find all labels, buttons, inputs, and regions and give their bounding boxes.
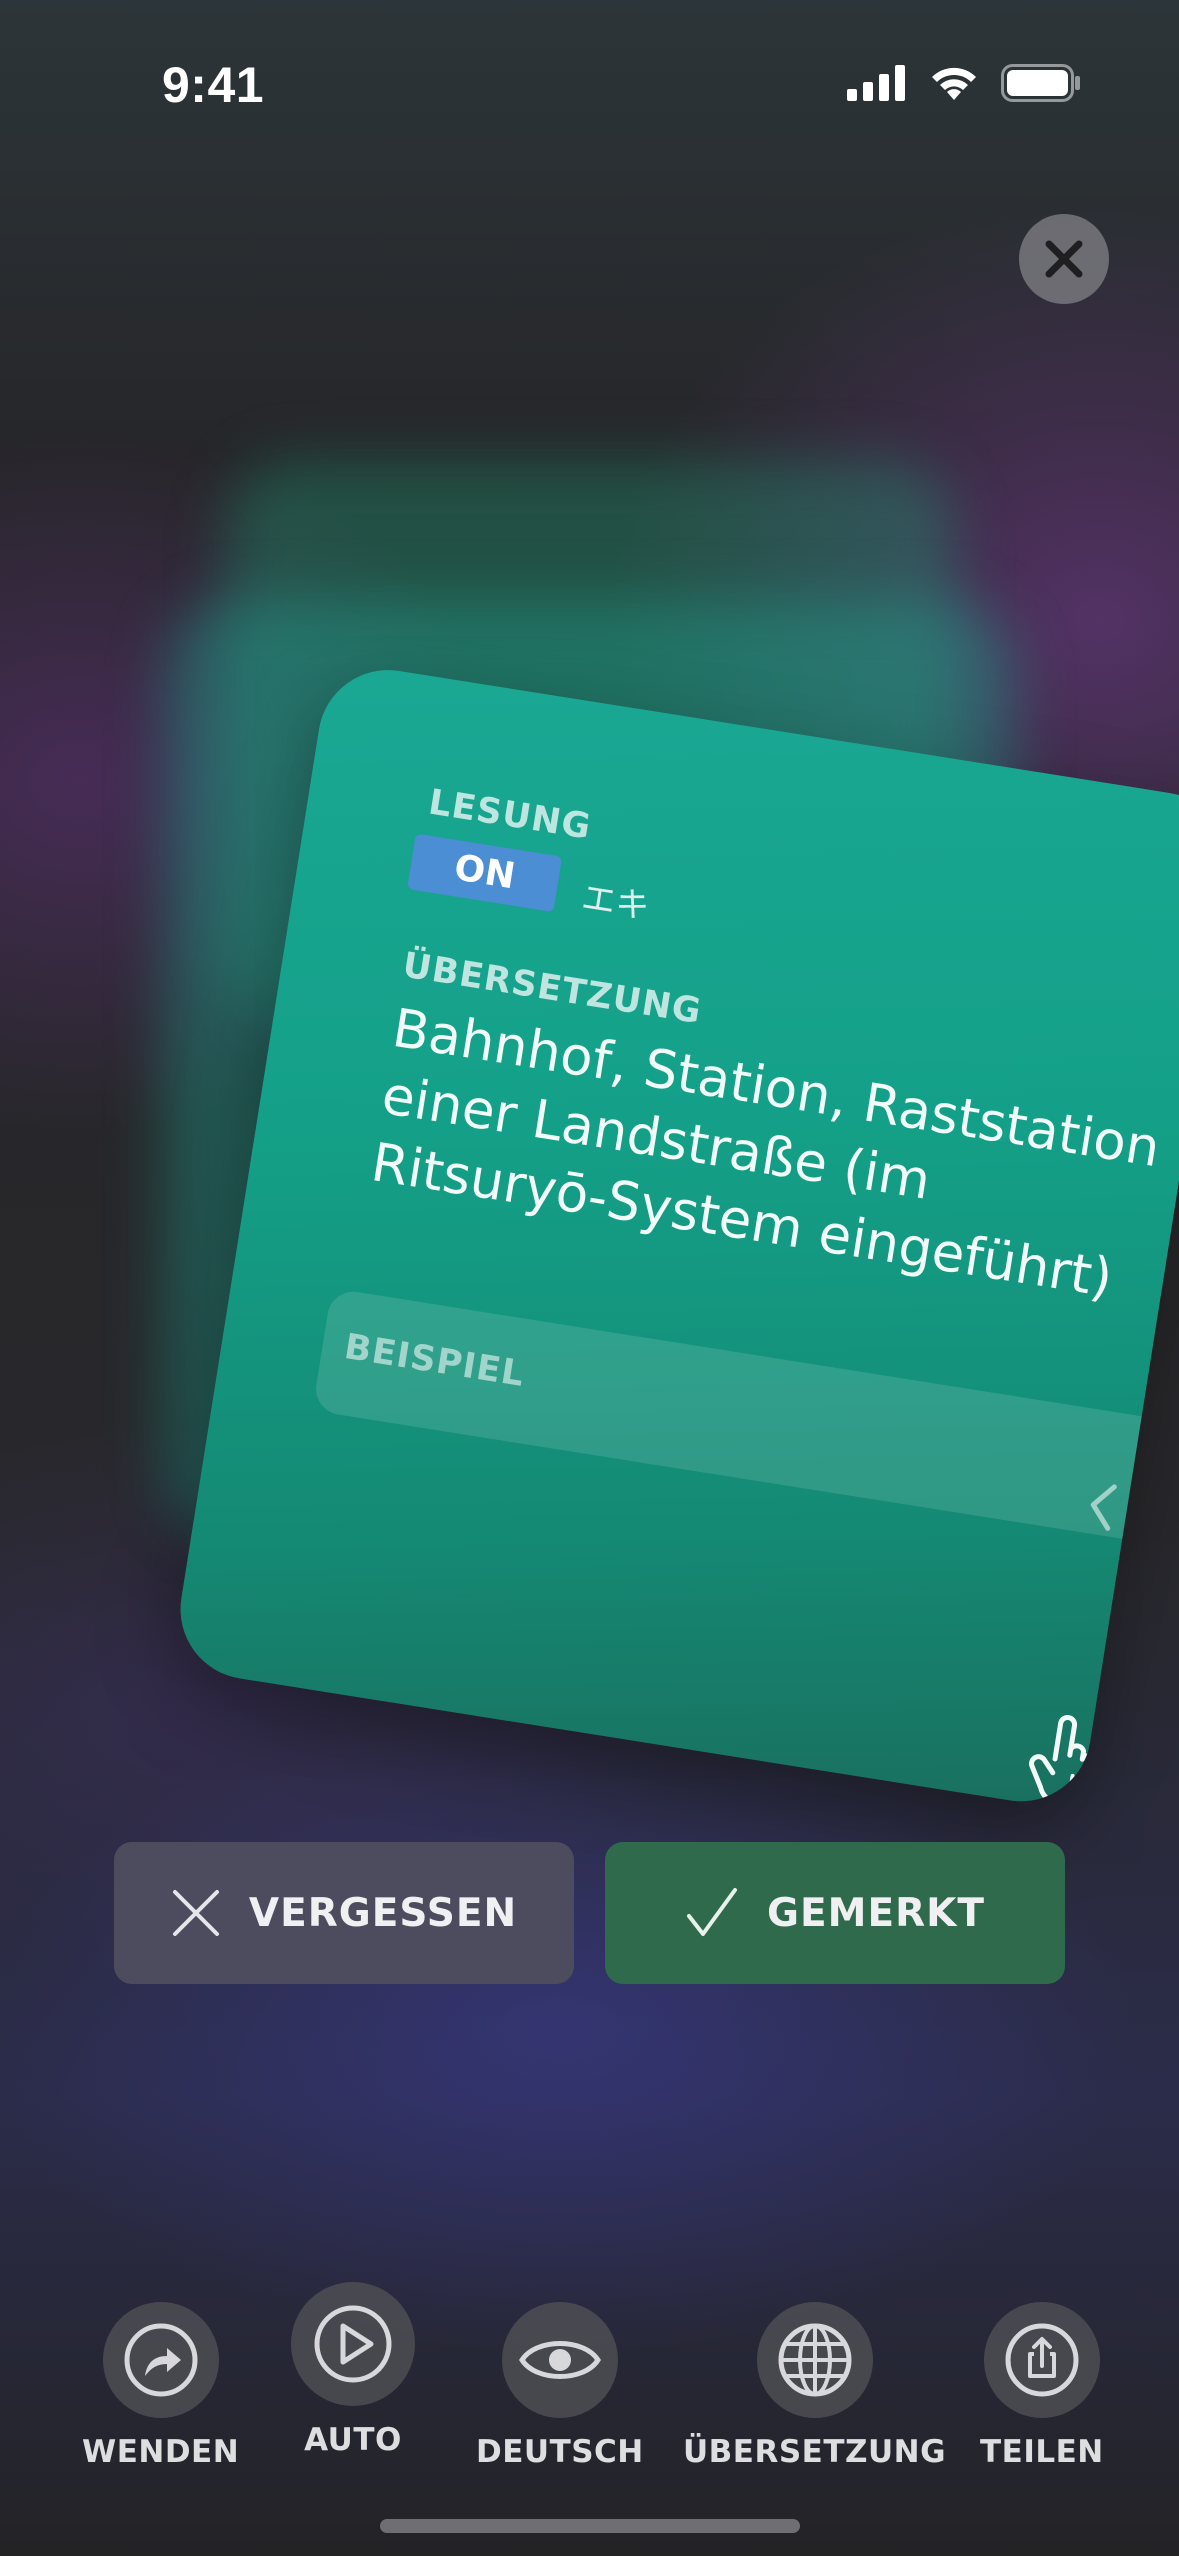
- close-button[interactable]: [1019, 214, 1109, 304]
- toolbar-share-button[interactable]: [983, 2302, 1100, 2418]
- known-button[interactable]: GEMERKT: [605, 1842, 1065, 1984]
- toolbar-translation-button[interactable]: [756, 2302, 873, 2418]
- toolbar-share[interactable]: TEILEN: [980, 2302, 1104, 2470]
- example-label: BEISPIEL: [341, 1327, 528, 1395]
- wifi-icon: [932, 67, 976, 100]
- status-icons: [847, 64, 1081, 102]
- battery-icon: [1001, 64, 1080, 102]
- toolbar-flip-button[interactable]: [102, 2302, 219, 2418]
- globe-icon: [778, 2323, 852, 2397]
- checkmark-icon: [687, 1888, 738, 1936]
- flashcard[interactable]: LESUNG ON エキ ÜBERSETZUNG Bahnhof, Statio…: [170, 660, 1179, 1812]
- toolbar-german[interactable]: DEUTSCH: [476, 2302, 644, 2470]
- toolbar-share-label: TEILEN: [980, 2434, 1104, 2470]
- close-icon: [1045, 240, 1083, 278]
- reading-kana: エキ: [578, 877, 653, 928]
- known-button-label: GEMERKT: [767, 1890, 985, 1936]
- reading-row: ON エキ: [407, 831, 656, 929]
- toolbar-german-label: DEUTSCH: [476, 2434, 644, 2470]
- play-icon: [314, 2305, 392, 2383]
- toolbar-flip-label: WENDEN: [82, 2434, 240, 2470]
- home-indicator[interactable]: [380, 2519, 800, 2533]
- forgot-button[interactable]: VERGESSEN: [114, 1842, 574, 1984]
- toolbar-auto[interactable]: AUTO: [291, 2282, 415, 2458]
- eye-icon: [518, 2341, 601, 2379]
- example-section[interactable]: BEISPIEL: [312, 1288, 1179, 1552]
- toolbar-flip[interactable]: WENDEN: [82, 2302, 239, 2470]
- toolbar-auto-button[interactable]: [291, 2282, 415, 2406]
- translation-text: Bahnhof, Station, Raststation einer Land…: [367, 997, 1164, 1310]
- cellular-signal-icon: [847, 65, 905, 101]
- toolbar-auto-label: AUTO: [304, 2422, 402, 2458]
- reading-on-badge: ON: [407, 833, 563, 912]
- status-time: 9:41: [162, 57, 265, 113]
- share-icon: [1005, 2323, 1079, 2397]
- flip-arrow-icon: [124, 2323, 198, 2397]
- toolbar-translation-label: ÜBERSETZUNG: [683, 2434, 947, 2470]
- toolbar-german-button[interactable]: [501, 2302, 618, 2418]
- x-icon: [172, 1890, 219, 1936]
- forgot-button-label: VERGESSEN: [248, 1890, 518, 1936]
- toolbar-translation[interactable]: ÜBERSETZUNG: [683, 2302, 946, 2470]
